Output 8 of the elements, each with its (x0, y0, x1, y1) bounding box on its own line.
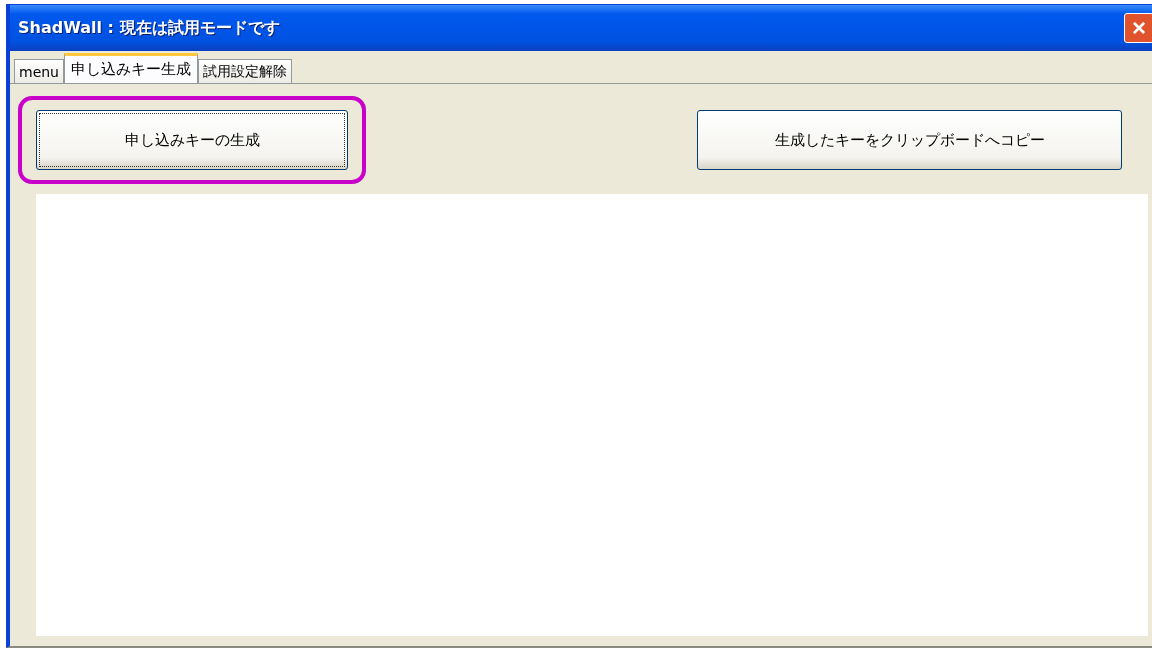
generate-button[interactable]: 申し込みキーの生成 (36, 110, 348, 170)
close-button[interactable]: × (1124, 13, 1152, 43)
copy-button[interactable]: 生成したキーをクリップボードへコピー (697, 110, 1122, 170)
tab[interactable]: 申し込みキー生成 (64, 53, 198, 83)
output-text-area[interactable] (36, 194, 1148, 636)
window-title: ShadWall : 現在は試用モードです (18, 17, 281, 39)
tab[interactable]: 試用設定解除 (198, 59, 292, 83)
tab[interactable]: menu (14, 59, 64, 83)
